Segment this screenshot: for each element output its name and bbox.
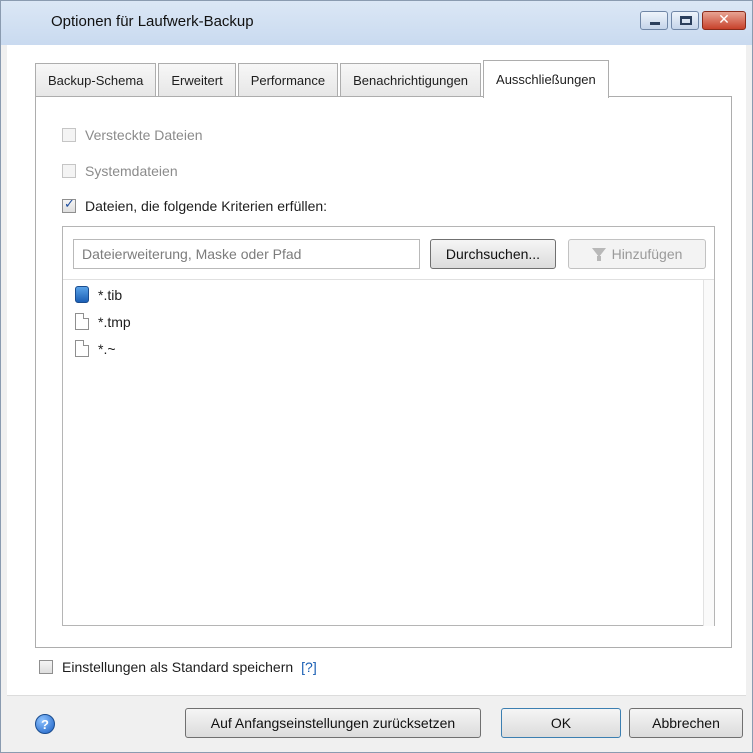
cancel-button[interactable]: Abbrechen (629, 708, 743, 738)
criteria-box: Durchsuchen... Hinzufügen *.tib *.tmp (62, 226, 715, 626)
tab-bar: Backup-Schema Erweitert Performance Bena… (35, 60, 611, 98)
maximize-icon (680, 16, 692, 25)
tab-erweitert[interactable]: Erweitert (158, 63, 236, 97)
list-item[interactable]: *.~ (75, 340, 116, 357)
reset-button[interactable]: Auf Anfangseinstellungen zurücksetzen (185, 708, 481, 738)
checkmark-icon: ✓ (64, 196, 75, 211)
close-icon: ✕ (718, 11, 730, 27)
save-default-option: Einstellungen als Standard speichern [?] (39, 659, 317, 675)
list-item[interactable]: *.tmp (75, 313, 131, 330)
list-item[interactable]: *.tib (75, 286, 122, 303)
hidden-files-checkbox[interactable] (62, 128, 76, 142)
criteria-files-option: ✓ Dateien, die folgende Kriterien erfüll… (62, 196, 328, 214)
add-button[interactable]: Hinzufügen (568, 239, 706, 269)
reset-button-label: Auf Anfangseinstellungen zurücksetzen (210, 715, 456, 731)
save-default-checkbox[interactable] (39, 660, 53, 674)
window-controls: ✕ (640, 11, 746, 30)
hidden-files-label: Versteckte Dateien (85, 127, 203, 143)
file-icon (75, 313, 89, 330)
exclusion-list[interactable]: *.tib *.tmp *.~ (63, 279, 714, 626)
tab-ausschliessungen[interactable]: Ausschließungen (483, 60, 609, 98)
help-link[interactable]: [?] (301, 659, 317, 675)
close-button[interactable]: ✕ (702, 11, 746, 30)
hidden-files-option: Versteckte Dateien (62, 127, 203, 143)
help-icon[interactable]: ? (35, 714, 55, 734)
dialog-content: Backup-Schema Erweitert Performance Bena… (7, 45, 746, 749)
system-files-label: Systemdateien (85, 163, 178, 179)
title-bar[interactable]: Optionen für Laufwerk-Backup ✕ (1, 1, 752, 45)
tab-backup-schema[interactable]: Backup-Schema (35, 63, 157, 97)
list-item-label: *.tib (98, 286, 123, 303)
system-files-checkbox[interactable] (62, 164, 76, 178)
filter-add-icon (591, 247, 606, 261)
list-scrollbar[interactable] (703, 280, 714, 626)
browse-button-label: Durchsuchen... (445, 246, 541, 262)
ok-button-label: OK (550, 715, 572, 731)
exclusions-panel: Versteckte Dateien Systemdateien ✓ Datei… (35, 96, 732, 648)
options-dialog: Optionen für Laufwerk-Backup ✕ Backup-Sc… (0, 0, 753, 753)
list-item-label: *.tmp (98, 313, 131, 330)
criteria-files-label: Dateien, die folgende Kriterien erfüllen… (85, 198, 328, 214)
criteria-files-checkbox[interactable]: ✓ (62, 196, 76, 213)
maximize-button[interactable] (671, 11, 699, 30)
minimize-button[interactable] (640, 11, 668, 30)
list-item-label: *.~ (98, 340, 116, 357)
dialog-footer: ? Auf Anfangseinstellungen zurücksetzen … (7, 695, 746, 749)
tab-performance[interactable]: Performance (237, 63, 339, 97)
window-title: Optionen für Laufwerk-Backup (51, 13, 254, 30)
system-files-option: Systemdateien (62, 163, 178, 179)
ok-button[interactable]: OK (501, 708, 621, 738)
filter-input[interactable] (73, 239, 420, 269)
save-default-label: Einstellungen als Standard speichern (62, 659, 294, 675)
browse-button[interactable]: Durchsuchen... (430, 239, 556, 269)
tab-benachrichtigungen[interactable]: Benachrichtigungen (340, 63, 482, 97)
cancel-button-label: Abbrechen (652, 715, 720, 731)
file-icon (75, 340, 89, 357)
tib-file-icon (75, 286, 89, 303)
add-button-label: Hinzufügen (611, 246, 683, 262)
minimize-icon (650, 22, 660, 25)
